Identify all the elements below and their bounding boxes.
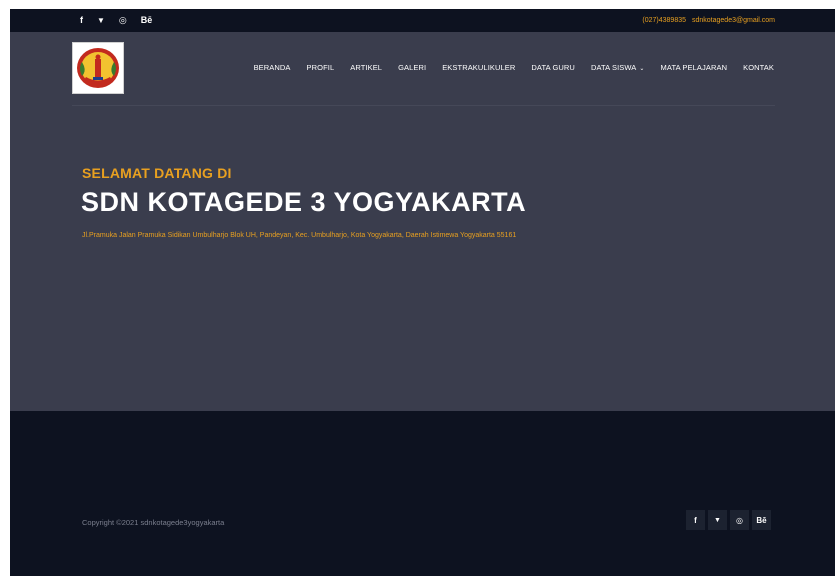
hero-school-name: SDN KOTAGEDE 3 YOGYAKARTA [81,187,527,217]
dribbble-icon[interactable]: ◎ [119,9,127,32]
school-logo[interactable] [72,42,124,94]
nav-divider [72,105,775,106]
top-contact: (027)4389835 sdnkotagede3@gmail.com [642,9,775,32]
behance-icon[interactable]: Bē [752,510,771,530]
facebook-icon[interactable]: f [686,510,705,530]
nav-kontak[interactable]: KONTAK [743,63,774,72]
phone-number[interactable]: (027)4389835 [642,17,686,24]
hero-welcome: SELAMAT DATANG DI [82,165,232,181]
nav-data-siswa-label: DATA SISWA [590,63,637,72]
hero-address: Jl.Pramuka Jalan Pramuka Sidikan Umbulha… [82,232,517,239]
nav-galeri[interactable]: GALERI [398,63,426,72]
school-emblem-icon [77,48,119,88]
twitter-icon[interactable]: ▼ [708,510,727,530]
twitter-icon[interactable]: ▼ [97,9,105,32]
top-social-links: f ▼ ◎ Bē [80,9,152,32]
main-navigation: BERANDA PROFIL ARTIKEL GALERI EKSTRAKULI… [254,63,774,72]
nav-beranda[interactable]: BERANDA [254,63,291,72]
footer-social-links: f ▼ ◎ Bē [686,510,771,530]
behance-icon[interactable]: Bē [141,9,153,32]
chevron-down-icon: ⌄ [639,66,645,72]
nav-data-guru[interactable]: DATA GURU [531,63,575,72]
email-address[interactable]: sdnkotagede3@gmail.com [692,17,775,24]
site-footer: Copyright ©2021 sdnkotagede3yogyakarta f… [10,411,835,576]
top-bar: f ▼ ◎ Bē (027)4389835 sdnkotagede3@gmail… [10,9,835,32]
nav-ekstrakulikuler[interactable]: EKSTRAKULIKULER [442,63,515,72]
dribbble-icon[interactable]: ◎ [730,510,749,530]
facebook-icon[interactable]: f [80,9,83,32]
page-frame: f ▼ ◎ Bē (027)4389835 sdnkotagede3@gmail… [10,9,835,576]
nav-profil[interactable]: PROFIL [307,63,335,72]
nav-mata-pelajaran[interactable]: MATA PELAJARAN [661,63,728,72]
nav-artikel[interactable]: ARTIKEL [350,63,382,72]
footer-copyright: Copyright ©2021 sdnkotagede3yogyakarta [82,518,225,527]
nav-data-siswa[interactable]: DATA SISWA ⌄ [591,63,645,72]
